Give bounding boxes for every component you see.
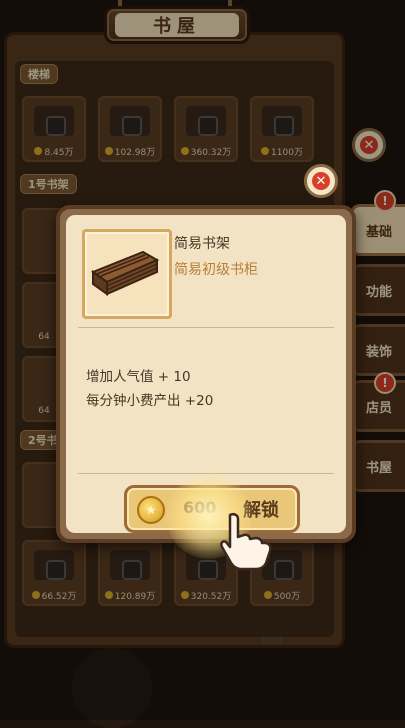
- effect-popularity: 增加人气值 + 10: [86, 369, 191, 385]
- item-description: 简易初级书柜: [174, 262, 258, 278]
- bookshelf-icon: [90, 250, 160, 296]
- popup-body: 简易书架 简易初级书柜 增加人气值 + 10 每分钟小费产出 +20 ★ 600…: [66, 215, 346, 571]
- item-name: 简易书架: [174, 236, 230, 252]
- divider: [78, 327, 334, 328]
- effect-tips: 每分钟小费产出 +20: [86, 393, 214, 409]
- close-icon: ✕: [312, 172, 330, 190]
- pointer-hand-icon: [220, 512, 272, 571]
- item-detail-popup: 简易书架 简易初级书柜 增加人气值 + 10 每分钟小费产出 +20 ★ 600…: [56, 205, 356, 571]
- popup-close-button[interactable]: ✕: [304, 164, 338, 198]
- bookshelf-thumbnail: [82, 229, 172, 319]
- coin-icon: ★: [137, 496, 165, 524]
